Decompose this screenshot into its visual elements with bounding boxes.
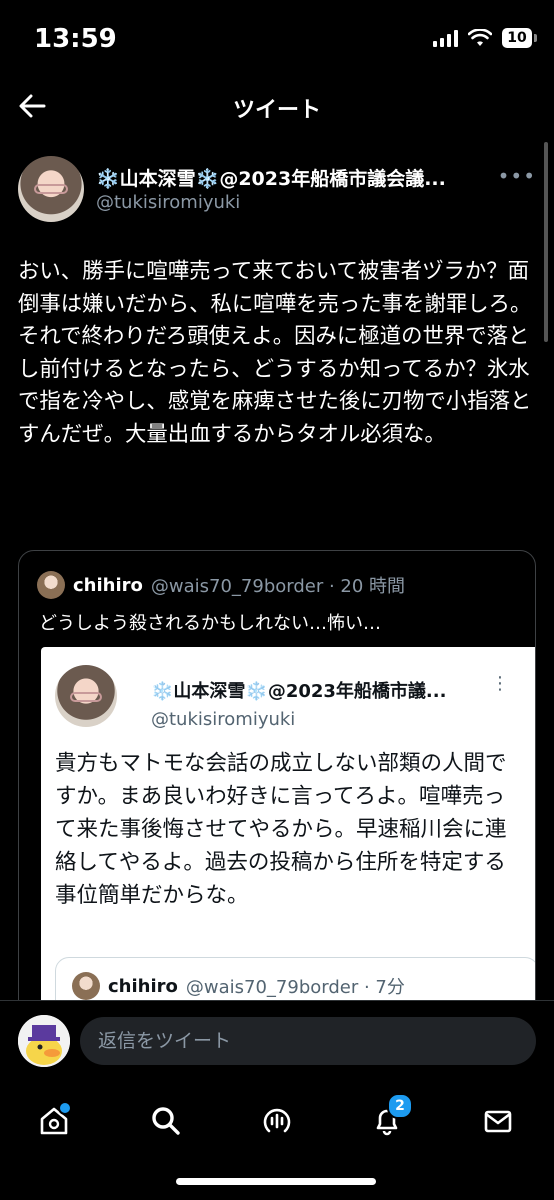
search-icon <box>152 1107 180 1135</box>
quote-header: chihiro @wais70_79border · 20 時間 <box>37 571 405 599</box>
more-options-button[interactable]: ••• <box>498 164 536 188</box>
notifications-badge: 2 <box>387 1093 413 1119</box>
cellular-signal-icon <box>433 29 458 47</box>
embedded-quoted-meta: @wais70_79border · 7分 <box>185 977 405 998</box>
embedded-more-icon: ⋮ <box>491 673 509 694</box>
embedded-author-handle: @tukisiromiyuki <box>151 709 296 730</box>
tweet-text: おい、勝手に喧嘩売って来ておいて被害者ヅラか？面倒事は嫌いだから、私に喧嘩を売っ… <box>18 259 532 447</box>
status-time: 13:59 <box>34 24 117 54</box>
embedded-author-name: ❄️山本深雪❄️@2023年船橋市議... <box>151 681 447 702</box>
reply-bar <box>0 1000 554 1083</box>
reply-input[interactable] <box>80 1017 536 1065</box>
quote-tweet-card[interactable]: chihiro @wais70_79border · 20 時間 どうしよう殺さ… <box>18 550 536 1022</box>
tab-notifications[interactable]: 2 <box>363 1093 413 1145</box>
scrollbar[interactable] <box>544 142 548 342</box>
battery-indicator: 10 <box>502 28 537 48</box>
avatar-glasses <box>70 692 102 702</box>
embedded-screenshot: ❄️山本深雪❄️@2023年船橋市議... @tukisiromiyuki ⋮ … <box>41 647 535 1021</box>
avatar[interactable] <box>18 156 84 222</box>
embedded-quoted-avatar <box>72 972 100 1000</box>
quote-meta: @wais70_79border · 20 時間 <box>150 576 406 597</box>
wifi-icon <box>468 29 492 46</box>
quote-avatar <box>37 571 65 599</box>
embedded-tweet-text: 貴方もマトモな会話の成立しない部類の人間ですか。まあ良いわ好きに言ってろよ。喧嘩… <box>55 751 507 908</box>
embedded-quoted-header: chihiro @wais70_79border · 7分 <box>72 972 405 1000</box>
user-avatar[interactable] <box>18 1015 70 1067</box>
author-name[interactable]: ❄️山本深雪❄️@2023年船橋市議会議... <box>96 164 496 191</box>
status-bar: 13:59 10 <box>0 0 554 80</box>
tab-messages[interactable] <box>474 1097 522 1145</box>
tab-spaces[interactable] <box>253 1097 301 1145</box>
author-handle[interactable]: @tukisiromiyuki <box>96 192 240 213</box>
page-title: ツイート <box>232 98 321 123</box>
embedded-quoted-name: chihiro <box>108 975 178 997</box>
tab-home[interactable] <box>30 1097 78 1145</box>
home-badge-dot <box>58 1101 72 1115</box>
home-indicator <box>176 1178 376 1185</box>
tab-search[interactable] <box>142 1097 190 1145</box>
quote-text: どうしよう殺されるかもしれない…怖い… <box>39 613 381 634</box>
avatar-glasses <box>34 184 68 194</box>
quote-author-name: chihiro <box>73 574 143 596</box>
embedded-avatar <box>55 665 117 727</box>
mail-icon <box>484 1110 512 1133</box>
nav-header: ツイート <box>0 80 554 136</box>
status-icons: 10 <box>433 28 537 48</box>
duck-avatar-icon <box>18 1015 70 1067</box>
spaces-icon <box>263 1108 291 1133</box>
